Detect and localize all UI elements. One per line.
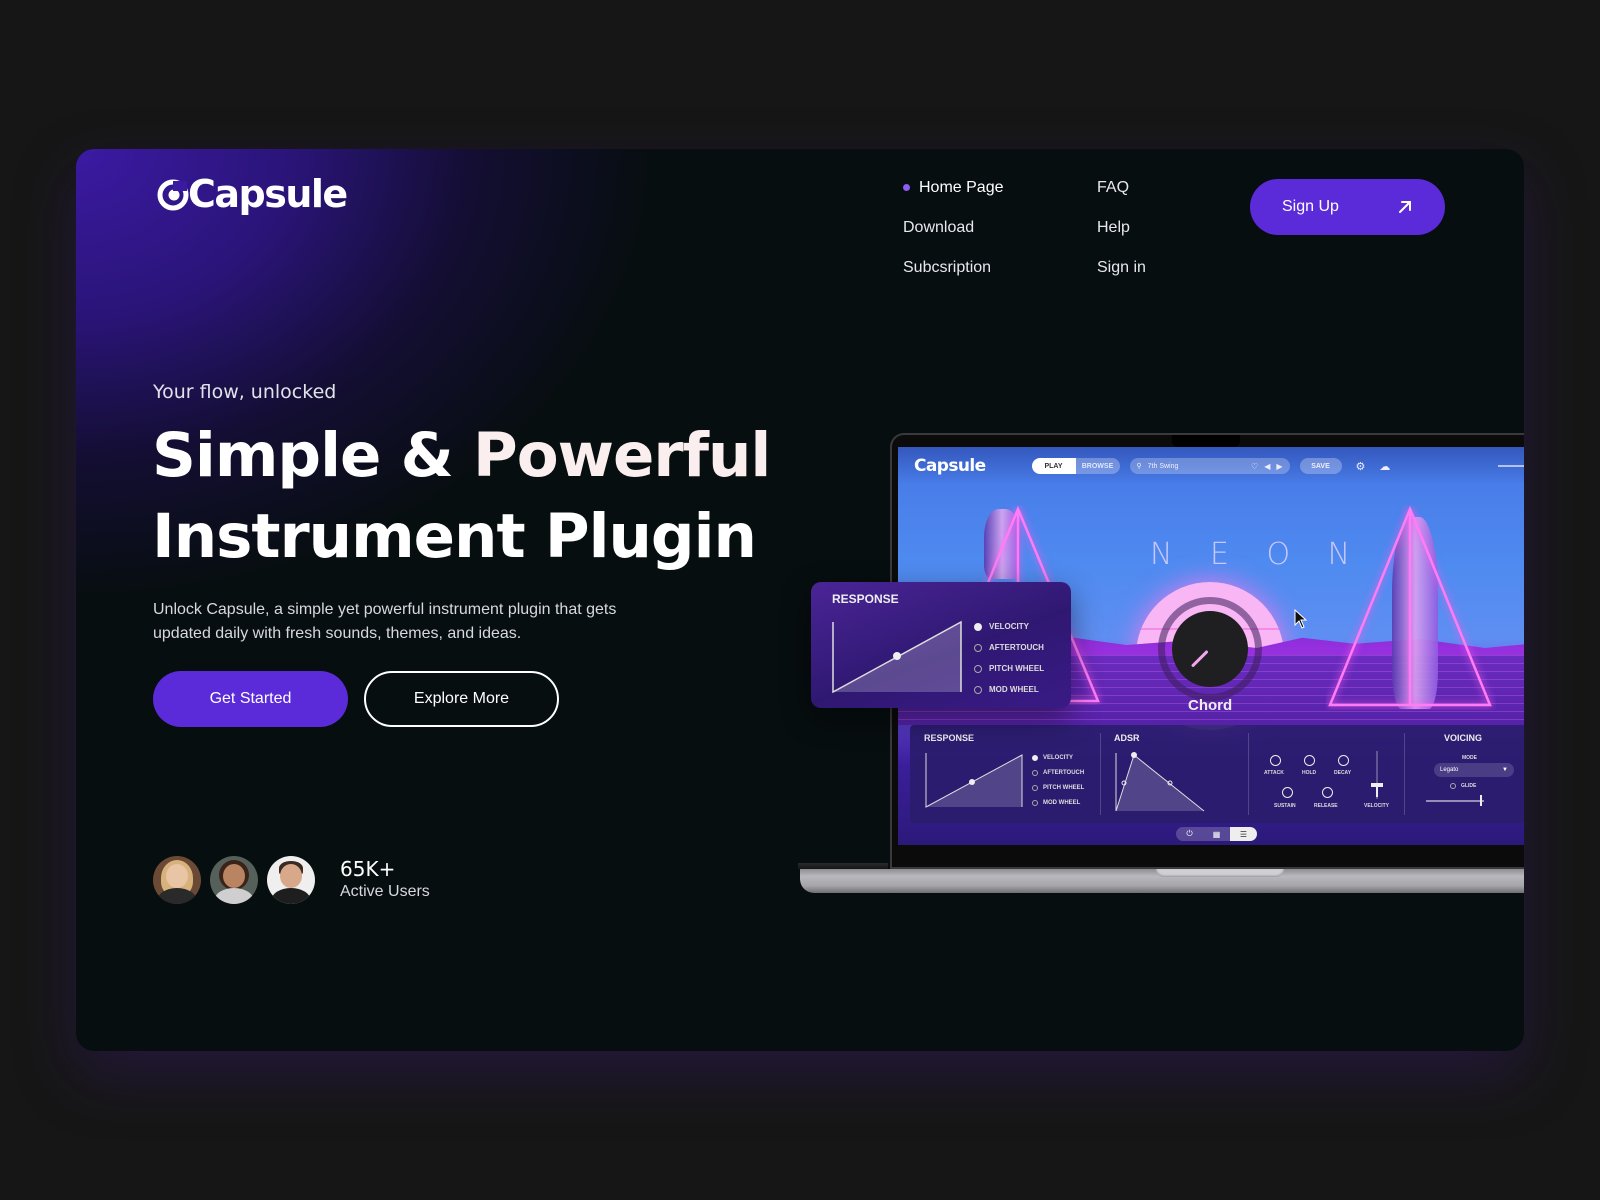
release-knob[interactable] xyxy=(1322,787,1333,798)
headline-line-2: Instrument Plugin xyxy=(152,501,757,572)
avatar xyxy=(210,856,258,904)
glide-slider-handle[interactable] xyxy=(1480,795,1482,806)
nav-label: FAQ xyxy=(1097,178,1130,196)
cloud-icon[interactable]: ☁ xyxy=(1379,460,1390,473)
glide-slider[interactable] xyxy=(1426,800,1484,802)
laptop-lip xyxy=(1156,869,1284,877)
voicing-mode-select[interactable]: Legato ▼ xyxy=(1434,763,1514,777)
gear-icon[interactable]: ⚙ xyxy=(1356,460,1366,473)
chord-knob-label: Chord xyxy=(1188,697,1233,714)
hero-description: Unlock Capsule, a simple yet powerful in… xyxy=(153,601,617,642)
capsule-logo-icon xyxy=(157,179,189,211)
sliders-icon[interactable]: ☰ xyxy=(1230,827,1257,841)
control-panel: RESPONSE VELOCITY AFTERTOUCH PITCH WHEEL… xyxy=(910,725,1524,823)
adsr-title: ADSR xyxy=(1114,733,1140,743)
sustain-label: SUSTAIN xyxy=(1274,803,1296,809)
mouse-cursor-icon xyxy=(1294,609,1308,629)
response-option-pitch-wheel[interactable]: PITCH WHEEL xyxy=(1032,785,1084,791)
neon-triangle-right xyxy=(1328,505,1492,707)
response-option-mod-wheel[interactable]: MOD WHEEL xyxy=(1032,800,1080,806)
main-nav: Home Page FAQ Download Help Subcsription… xyxy=(903,177,1247,278)
velocity-slider-label: VELOCITY xyxy=(1364,803,1390,809)
nav-download[interactable]: Download xyxy=(903,217,1097,238)
velocity-slider-stem xyxy=(1376,785,1378,797)
chevron-down-icon: ▼ xyxy=(1502,767,1508,773)
decay-knob[interactable] xyxy=(1338,755,1349,766)
glide-toggle[interactable]: GLIDE xyxy=(1450,783,1476,789)
nav-help[interactable]: Help xyxy=(1097,217,1247,238)
nav-label: Download xyxy=(903,218,975,236)
save-button[interactable]: SAVE xyxy=(1299,458,1342,474)
response-option-aftertouch[interactable]: AFTERTOUCH xyxy=(974,643,1044,652)
response-option-velocity[interactable]: VELOCITY xyxy=(1032,755,1073,761)
headline-part: Simple & xyxy=(152,420,474,491)
next-preset-icon[interactable]: ▶ xyxy=(1276,462,1282,471)
search-icon: ⚲ xyxy=(1136,463,1142,470)
camera-notch xyxy=(1172,435,1240,447)
user-count: 65K+ xyxy=(340,857,396,881)
sign-up-button[interactable]: Sign Up xyxy=(1250,179,1445,235)
mode-label: MODE xyxy=(1462,755,1477,761)
hero-tagline: Your flow, unlocked xyxy=(153,381,337,403)
hold-knob[interactable] xyxy=(1304,755,1315,766)
response-title: RESPONSE xyxy=(924,733,975,743)
divider xyxy=(1404,733,1405,815)
volume-slider[interactable] xyxy=(1498,465,1524,467)
voicing-title: VOICING xyxy=(1444,733,1483,743)
hero-card: Capsule Home Page FAQ Download Help Subc… xyxy=(76,149,1524,1051)
response-option-velocity[interactable]: VELOCITY xyxy=(974,622,1029,631)
user-count-label: Active Users xyxy=(340,883,430,900)
response-curve xyxy=(925,753,1023,808)
response-option-aftertouch[interactable]: AFTERTOUCH xyxy=(1032,770,1084,776)
tab-play[interactable]: PLAY xyxy=(1031,458,1076,474)
headline-accent: Powerful xyxy=(473,420,771,491)
decay-label: DECAY xyxy=(1334,770,1352,776)
tab-browse[interactable]: BROWSE xyxy=(1075,458,1120,474)
preset-name: 7th Swing xyxy=(1147,462,1179,470)
active-users: 65K+ Active Users xyxy=(153,856,430,904)
get-started-button[interactable]: Get Started xyxy=(153,671,348,727)
nav-label: Sign in xyxy=(1097,258,1146,276)
nav-faq[interactable]: FAQ xyxy=(1097,177,1247,198)
hero-headline: Simple & Powerful Instrument Plugin xyxy=(152,415,771,577)
nav-label: Subcsription xyxy=(903,258,992,276)
sign-up-label: Sign Up xyxy=(1282,198,1339,215)
nav-label: Home Page xyxy=(919,178,1004,196)
plugin-logo: Capsule xyxy=(914,456,986,476)
attack-knob[interactable] xyxy=(1270,755,1281,766)
adsr-curve xyxy=(1115,752,1205,812)
response-option-pitch-wheel[interactable]: PITCH WHEEL xyxy=(974,664,1044,673)
explore-more-button[interactable]: Explore More xyxy=(364,671,559,727)
hold-label: HOLD xyxy=(1302,770,1317,776)
avatar xyxy=(267,856,315,904)
nav-subscription[interactable]: Subcsription xyxy=(903,257,1097,278)
nav-label: Help xyxy=(1097,218,1130,236)
release-label: RELEASE xyxy=(1314,803,1338,809)
active-indicator-dot xyxy=(903,184,910,191)
attack-label: ATTACK xyxy=(1264,770,1284,776)
power-icon[interactable]: ⏻ xyxy=(1176,827,1203,841)
arrow-up-right-icon xyxy=(1399,201,1411,213)
preset-search[interactable]: ⚲ 7th Swing ♡ ◀ ▶ xyxy=(1129,458,1290,474)
plugin-topbar: Capsule PLAY BROWSE ⚲ 7th Swing ♡ ◀ ▶ SA… xyxy=(898,447,1524,485)
plugin-mode-tabs: PLAY BROWSE xyxy=(1031,458,1120,474)
sustain-knob[interactable] xyxy=(1282,787,1293,798)
chord-knob[interactable] xyxy=(1172,611,1248,687)
nav-home-page[interactable]: Home Page xyxy=(903,177,1097,198)
logo-wordmark: Capsule xyxy=(188,172,348,216)
nav-sign-in[interactable]: Sign in xyxy=(1097,257,1247,278)
response-option-mod-wheel[interactable]: MOD WHEEL xyxy=(974,685,1039,694)
divider xyxy=(1100,733,1101,815)
floating-response-card: RESPONSE VELOCITY AFTERTOUCH PITCH WHEEL… xyxy=(811,582,1071,708)
response-title: RESPONSE xyxy=(832,592,899,606)
heart-icon[interactable]: ♡ xyxy=(1251,462,1258,471)
prev-preset-icon[interactable]: ◀ xyxy=(1264,462,1270,471)
avatar xyxy=(153,856,201,904)
keyboard-icon[interactable]: ▦ xyxy=(1203,827,1230,841)
capsule-logo[interactable]: Capsule xyxy=(156,172,348,216)
divider xyxy=(1248,733,1249,815)
response-curve xyxy=(832,620,962,694)
view-switcher: ⏻ ▦ ☰ xyxy=(1176,827,1257,841)
